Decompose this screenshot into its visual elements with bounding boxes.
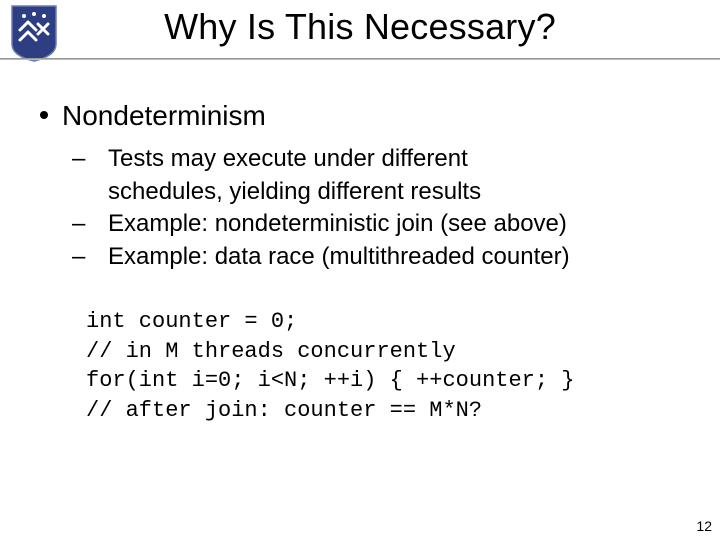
sub-bullet-datarace: – Example: data race (multithreaded coun…: [90, 242, 684, 273]
bullet-dot-icon: [40, 111, 48, 119]
sub-bullet-tests-cont: schedules, yielding different results: [90, 177, 684, 208]
code-example: int counter = 0; // in M threads concurr…: [86, 307, 684, 426]
slide-title: Why Is This Necessary?: [0, 6, 720, 48]
code-line: int counter = 0;: [86, 309, 297, 334]
header-divider: [0, 58, 720, 60]
sub-bullet-join: – Example: nondeterministic join (see ab…: [90, 209, 684, 240]
sub-bullet-tests: – Tests may execute under different: [90, 144, 684, 175]
slide-header: Why Is This Necessary?: [0, 0, 720, 68]
bullet-text: Nondeterminism: [62, 100, 266, 131]
bullet-nondeterminism: Nondeterminism: [36, 100, 684, 132]
code-line: // after join: counter == M*N?: [86, 398, 482, 423]
sub-bullet-list: – Tests may execute under different sche…: [90, 144, 684, 273]
code-line: // in M threads concurrently: [86, 339, 456, 364]
page-number: 12: [696, 518, 712, 534]
slide-content: Nondeterminism – Tests may execute under…: [0, 68, 720, 426]
code-line: for(int i=0; i<N; ++i) { ++counter; }: [86, 368, 574, 393]
